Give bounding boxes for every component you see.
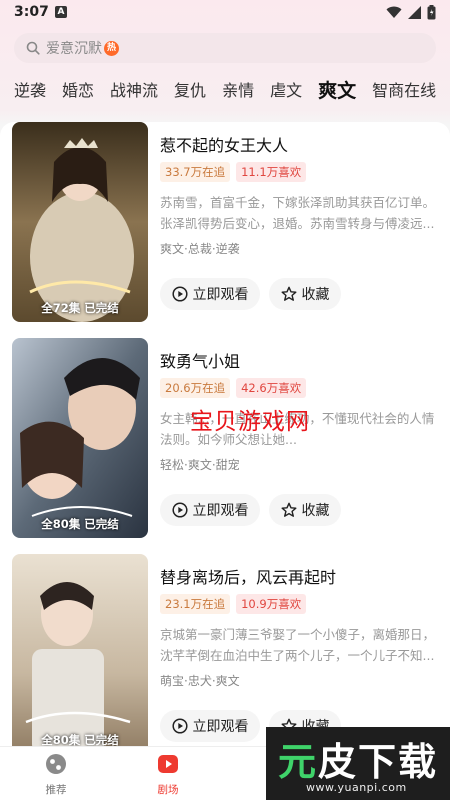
- drama-badges: 20.6万在追 42.6万喜欢: [160, 378, 307, 398]
- site-watermark: 宝贝游戏网: [190, 409, 310, 435]
- search-bar[interactable]: 爱意沉默 热: [14, 33, 436, 63]
- nav-theater-label: 剧场: [157, 784, 179, 796]
- drama-item[interactable]: 全80集 已完结 致勇气小姐 20.6万在追 42.6万喜欢 女主韩...，一直…: [12, 338, 438, 538]
- tab-category[interactable]: 虐文: [270, 77, 302, 101]
- follow-count-badge: 33.7万在追: [160, 162, 231, 182]
- cover-episode-info: 全80集 已完结: [41, 517, 119, 531]
- drama-badges: 23.1万在追 10.9万喜欢: [160, 594, 307, 614]
- drama-item[interactable]: 全72集 已完结 惹不起的女王大人 33.7万在追 11.1万喜欢 苏南雪，首富…: [12, 122, 438, 322]
- search-icon: [26, 41, 40, 55]
- status-icons: [386, 5, 436, 20]
- battery-icon: [427, 5, 436, 20]
- signal-icon: [408, 6, 421, 19]
- watch-now-label: 立即观看: [192, 287, 249, 303]
- drama-cover[interactable]: 全80集 已完结: [12, 338, 148, 538]
- play-circle-icon: [171, 502, 188, 518]
- collect-button[interactable]: 收藏: [269, 278, 341, 310]
- watch-now-label: 立即观看: [192, 719, 249, 735]
- drama-badges: 33.7万在追 11.1万喜欢: [160, 162, 307, 182]
- nav-recommend-label: 推荐: [45, 784, 67, 796]
- wifi-icon: [386, 6, 402, 18]
- play-circle-icon: [171, 718, 188, 734]
- collect-button[interactable]: 收藏: [269, 494, 341, 526]
- tab-category[interactable]: 战神流: [110, 77, 158, 101]
- drama-tags: 轻松·爽文·甜宠: [160, 458, 240, 472]
- logo-watermark: 元皮下载 www.yuanpi.com: [266, 727, 450, 800]
- follow-count-badge: 20.6万在追: [160, 378, 231, 398]
- tab-category[interactable]: 逆袭: [14, 77, 46, 101]
- star-icon: [281, 502, 296, 517]
- logo-watermark-url: www.yuanpi.com: [306, 781, 407, 794]
- watch-now-label: 立即观看: [192, 503, 249, 519]
- like-count-badge: 42.6万喜欢: [236, 378, 307, 398]
- recommend-icon: [46, 754, 66, 774]
- drama-cover[interactable]: 全72集 已完结: [12, 122, 148, 322]
- drama-title[interactable]: 致勇气小姐: [160, 348, 240, 372]
- follow-count-badge: 23.1万在追: [160, 594, 231, 614]
- notification-icon: A: [55, 6, 67, 18]
- like-count-badge: 11.1万喜欢: [236, 162, 307, 182]
- collect-label: 收藏: [301, 287, 330, 303]
- tab-category[interactable]: 智商在线: [372, 77, 436, 101]
- drama-description: 京城第一豪门薄三爷娶了一个小傻子，离婚那日，沈芊芊倒在血泊中生了两个儿子，一个儿…: [160, 627, 436, 663]
- drama-title[interactable]: 替身离场后，风云再起时: [160, 564, 336, 588]
- cover-art: [12, 122, 148, 322]
- collect-label: 收藏: [301, 503, 330, 519]
- watch-now-button[interactable]: 立即观看: [160, 710, 260, 742]
- play-circle-icon: [171, 286, 188, 302]
- nav-theater[interactable]: 剧场: [138, 753, 198, 797]
- status-time: 3:07: [14, 4, 49, 20]
- theater-icon: [158, 755, 178, 773]
- cover-art: [12, 554, 148, 746]
- drama-cover[interactable]: 全80集 已完结: [12, 554, 148, 746]
- tab-category[interactable]: 亲情: [222, 77, 254, 101]
- watch-now-button[interactable]: 立即观看: [160, 494, 260, 526]
- drama-title[interactable]: 惹不起的女王大人: [160, 132, 288, 156]
- cover-art: [12, 338, 148, 538]
- like-count-badge: 10.9万喜欢: [236, 594, 307, 614]
- nav-recommend[interactable]: 推荐: [26, 753, 86, 797]
- drama-tags: 萌宝·忠犬·爽文: [160, 674, 240, 688]
- status-bar: 3:07 A: [0, 0, 450, 26]
- tab-category[interactable]: 复仇: [174, 77, 206, 101]
- cover-episode-info: 全80集 已完结: [41, 733, 119, 746]
- cover-episode-info: 全72集 已完结: [41, 301, 119, 315]
- search-placeholder: 爱意沉默: [46, 41, 102, 57]
- watch-now-button[interactable]: 立即观看: [160, 278, 260, 310]
- hot-badge-icon: 热: [104, 40, 119, 56]
- tab-category-active[interactable]: 爽文: [318, 76, 356, 103]
- drama-tags: 爽文·总裁·逆袭: [160, 242, 240, 256]
- tab-category[interactable]: 婚恋: [62, 77, 94, 101]
- drama-description: 苏南雪，首富千金，下嫁张泽凯助其获百亿订单。张泽凯得势后变心，退婚。苏南雪转身与…: [160, 195, 436, 231]
- star-icon: [281, 286, 296, 301]
- category-tabs: 逆袭 婚恋 战神流 复仇 亲情 虐文 爽文 智商在线: [0, 72, 450, 106]
- drama-item[interactable]: 全80集 已完结 替身离场后，风云再起时 23.1万在追 10.9万喜欢 京城第…: [12, 554, 438, 746]
- logo-watermark-text: 元皮下载: [278, 740, 439, 784]
